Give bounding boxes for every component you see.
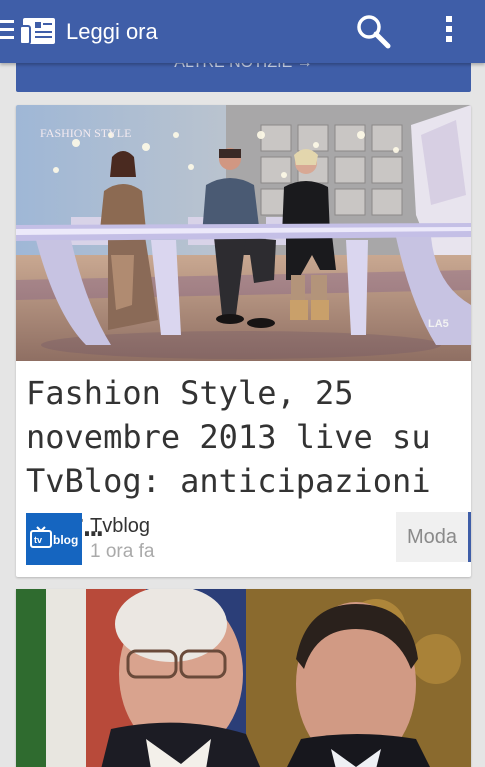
article-card[interactable]: FASHION STYLE LA5 Fashion Style, 25 nove… xyxy=(16,105,471,577)
tvblog-logo: tv blog xyxy=(26,513,82,565)
hamburger-icon[interactable] xyxy=(0,20,14,42)
article-card[interactable] xyxy=(16,589,471,767)
svg-text:blog: blog xyxy=(53,533,78,547)
page-title: Leggi ora xyxy=(66,19,158,44)
time-ago: 1 ora fa xyxy=(90,541,155,562)
newspaper-icon[interactable] xyxy=(20,16,58,46)
source-name[interactable]: Tvblog xyxy=(90,515,150,538)
category-tag-button[interactable]: Moda xyxy=(396,512,471,562)
politicians-photo xyxy=(16,589,471,767)
fashion-style-tv-studio-photo: FASHION STYLE LA5 xyxy=(16,105,471,361)
svg-text:LA5: LA5 xyxy=(428,318,449,330)
app-bar: Leggi ora xyxy=(0,0,485,63)
svg-text:tv: tv xyxy=(34,535,42,545)
search-icon[interactable] xyxy=(352,10,394,52)
more-vert-icon[interactable] xyxy=(436,12,462,52)
image-watermark: FASHION STYLE xyxy=(40,126,131,140)
